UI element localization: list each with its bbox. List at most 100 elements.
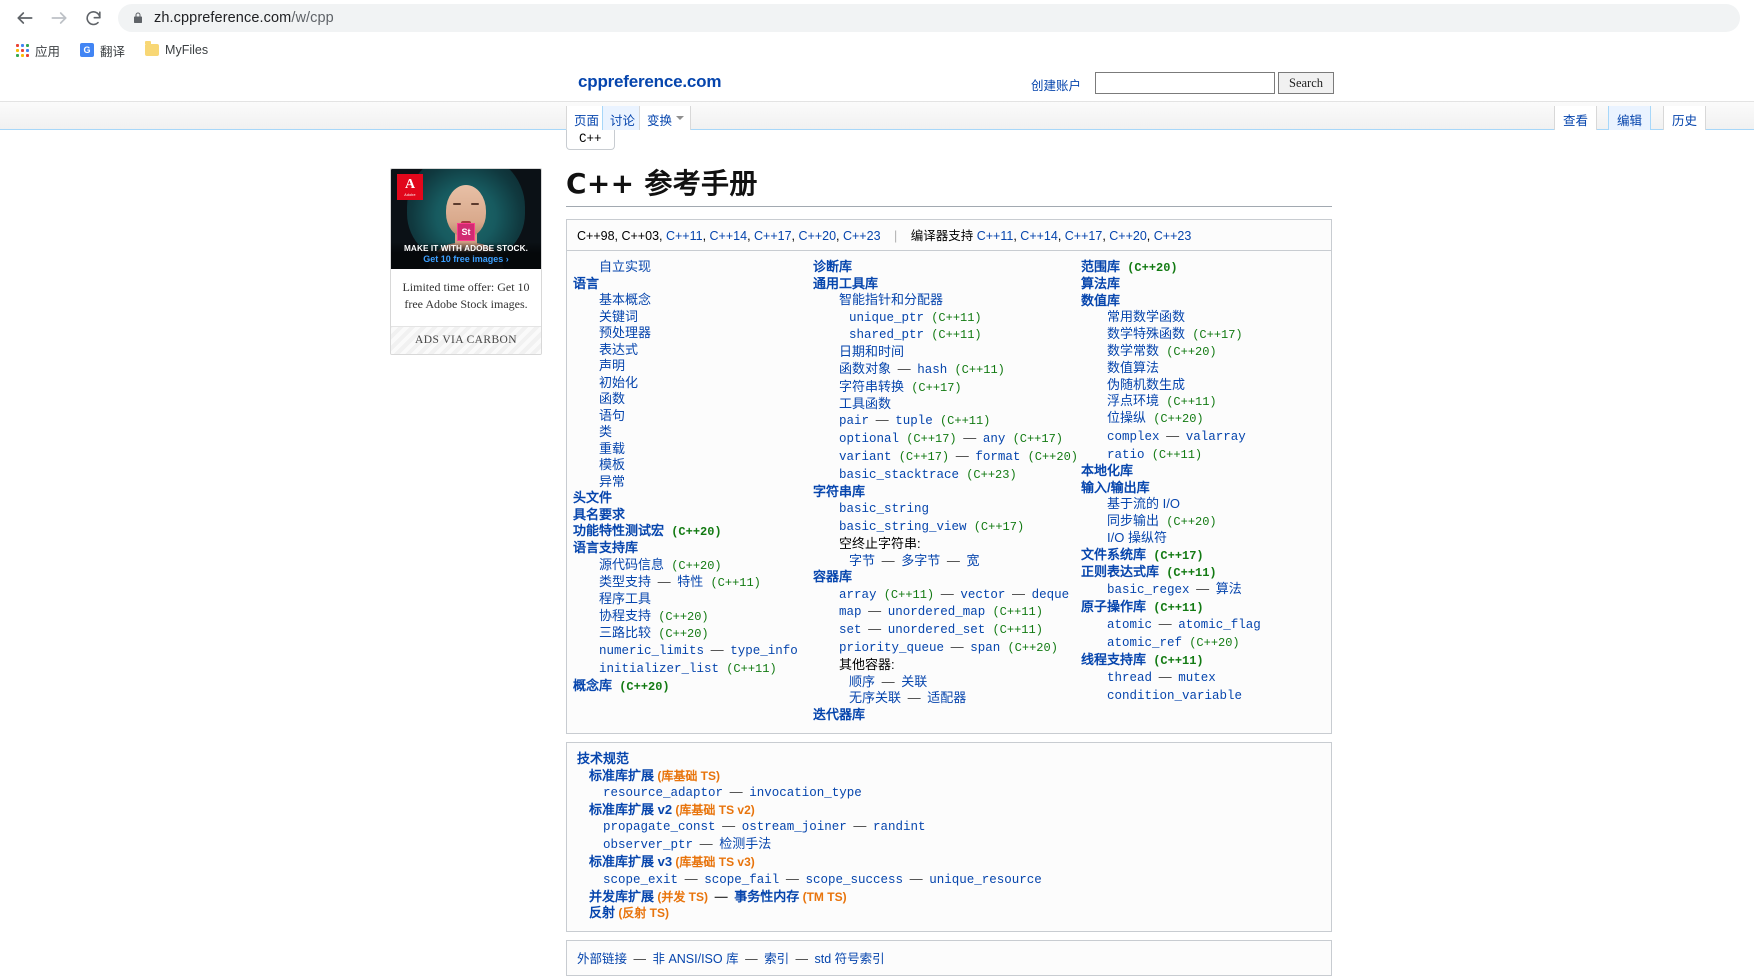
reference-link[interactable]: 伪随机数生成 [1107,377,1185,392]
standard-link[interactable]: C++11 [666,229,703,243]
standard-link[interactable]: C++23 [843,229,881,243]
reference-link[interactable]: 文件系统库 [1081,547,1146,562]
reference-link[interactable]: unique_ptr [849,311,924,325]
standard-link[interactable]: C++20 [799,229,837,243]
reference-link[interactable]: 位操纵 [1107,410,1146,425]
reference-link[interactable]: mutex [1178,671,1216,685]
reference-link[interactable]: 常用数学函数 [1107,309,1185,324]
standard-link[interactable]: C++14 [710,229,748,243]
reference-link[interactable]: unordered_set [888,623,986,637]
reference-link[interactable]: 数值算法 [1107,360,1159,375]
bookmark-apps[interactable]: 应用 [8,38,68,63]
reference-link[interactable]: 模板 [599,457,625,472]
reference-link[interactable]: 反射 [589,905,615,920]
reference-link[interactable]: 算法库 [1081,276,1120,291]
reference-link[interactable]: 算法 [1216,581,1242,596]
reference-link[interactable]: 宽 [967,553,980,568]
reference-link[interactable]: 原子操作库 [1081,599,1146,614]
reference-link[interactable]: 语言 [573,276,599,291]
compiler-standard-link[interactable]: C++23 [1154,229,1192,243]
reference-link[interactable]: 协程支持 [599,608,651,623]
footer-link[interactable]: 外部链接 [577,952,627,966]
reference-link[interactable]: numeric_limits [599,644,704,658]
reference-link[interactable]: 数学特殊函数 [1107,326,1185,341]
reference-link[interactable]: basic_regex [1107,583,1190,597]
reference-link[interactable]: observer_ptr [603,838,693,852]
reference-link[interactable]: 概念库 [573,678,612,693]
reference-link[interactable]: type_info [730,644,798,658]
search-input[interactable] [1095,72,1275,94]
reference-link[interactable]: 自立实现 [599,259,651,274]
reference-link[interactable]: 浮点环境 [1107,393,1159,408]
reference-link[interactable]: basic_string_view [839,520,967,534]
reference-link[interactable]: 预处理器 [599,325,651,340]
tab-edit[interactable]: 编辑 [1607,106,1651,130]
reference-link[interactable]: set [839,623,862,637]
reference-link[interactable]: 关联 [901,674,927,689]
tab-history[interactable]: 历史 [1662,106,1706,130]
tab-variants[interactable]: 变换 [639,106,692,130]
reference-link[interactable]: 类型支持 [599,574,651,589]
reference-link[interactable]: condition_variable [1107,689,1242,703]
search-button[interactable]: Search [1278,72,1335,94]
reference-link[interactable]: priority_queue [839,641,944,655]
subtab-cpp[interactable]: C++ [566,130,615,150]
compiler-standard-link[interactable]: C++11 [977,229,1014,243]
reference-link[interactable]: 具名要求 [573,507,625,522]
reference-link[interactable]: 语句 [599,408,625,423]
reference-link[interactable]: 字符串库 [813,484,865,499]
reference-link[interactable]: scope_success [806,873,904,887]
reference-link[interactable]: 字节 [849,553,875,568]
reference-link[interactable]: basic_string [839,502,929,516]
reference-link[interactable]: any [983,432,1006,446]
bookmark-translate[interactable]: G 翻译 [72,38,133,63]
reference-link[interactable]: 并发库扩展 [589,889,654,904]
reference-link[interactable]: 基于流的 I/O [1107,496,1180,511]
bookmark-myfiles[interactable]: MyFiles [137,40,216,60]
reference-link[interactable]: 技术规范 [577,751,629,766]
reference-link[interactable]: 表达式 [599,342,638,357]
reference-link[interactable]: 头文件 [573,490,612,505]
reference-link[interactable]: 声明 [599,358,625,373]
reference-link[interactable]: 适配器 [927,690,966,705]
reference-link[interactable]: 程序工具 [599,591,651,606]
reference-link[interactable]: 数学常数 [1107,343,1159,358]
reference-link[interactable]: 三路比较 [599,625,651,640]
reference-link[interactable]: invocation_type [749,786,862,800]
reference-link[interactable]: vector [960,588,1005,602]
footer-link[interactable]: 索引 [764,952,789,966]
reference-link[interactable]: map [839,605,862,619]
reference-link[interactable]: atomic_flag [1178,618,1261,632]
reference-link[interactable]: 函数对象 [839,361,891,376]
tab-discussion[interactable]: 讨论 [602,106,644,130]
reference-link[interactable]: 无序关联 [849,690,901,705]
reference-link[interactable]: 异常 [599,474,625,489]
site-logo[interactable]: cppreference.com [578,72,721,92]
ad-via-carbon[interactable]: ADS VIA CARBON [391,325,541,354]
reference-link[interactable]: 通用工具库 [813,276,878,291]
reference-link[interactable]: 范围库 [1081,259,1120,274]
reference-link[interactable]: deque [1032,588,1070,602]
reference-link[interactable]: ostream_joiner [742,820,847,834]
reference-link[interactable]: variant [839,450,892,464]
reference-link[interactable]: atomic [1107,618,1152,632]
reference-link[interactable]: 特性 [677,574,703,589]
reference-link[interactable]: 标准库扩展 [589,768,654,783]
reference-link[interactable]: basic_stacktrace [839,468,959,482]
reference-link[interactable]: 线程支持库 [1081,652,1146,667]
reference-link[interactable]: 本地化库 [1081,463,1133,478]
compiler-standard-link[interactable]: C++14 [1020,229,1058,243]
reference-link[interactable]: pair [839,414,869,428]
reference-link[interactable]: 字符串转换 [839,379,904,394]
footer-link[interactable]: std 符号索引 [815,952,885,966]
reference-link[interactable]: scope_exit [603,873,678,887]
tab-page[interactable]: 页面 [566,106,608,130]
forward-arrow-icon[interactable] [44,3,74,33]
reference-link[interactable]: 多字节 [901,553,940,568]
reference-link[interactable]: 功能特性测试宏 [573,523,664,538]
reference-link[interactable]: atomic_ref [1107,636,1182,650]
address-bar[interactable]: zh.cppreference.com/w/cpp [118,4,1740,32]
create-account-link[interactable]: 创建账户 [1031,75,1081,94]
reference-link[interactable]: 标准库扩展 v2 [589,802,672,817]
reference-link[interactable]: 函数 [599,391,625,406]
